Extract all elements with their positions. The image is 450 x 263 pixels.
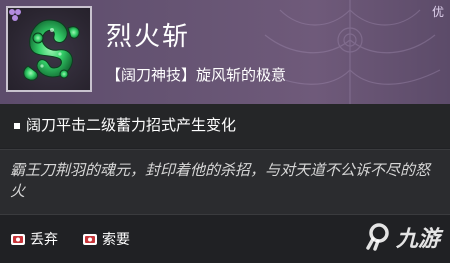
key-icon [82, 231, 98, 247]
lore-section: 霸王刀荆羽的魂元，封印着他的杀招，与对天道不公诉不尽的怒火 [0, 150, 450, 214]
action-bar: 丢弃 索要 九游 [0, 215, 450, 263]
item-header: 烈火斩 【阔刀神技】旋风斩的极意 优 [0, 0, 450, 104]
effect-row: 阔刀平击二级蓄力招式产生变化 [0, 104, 450, 148]
skill-subtitle: 【阔刀神技】旋风斩的极意 [106, 66, 287, 84]
key-icon [10, 231, 26, 247]
discard-label: 丢弃 [30, 232, 58, 248]
effect-text: 阔刀平击二级蓄力招式产生变化 [26, 116, 237, 134]
lore-text: 霸王刀荆羽的魂元，封印着他的杀招，与对天道不公诉不尽的怒火 [10, 161, 431, 200]
bullet-icon [14, 123, 20, 129]
ornament-pattern [259, 0, 441, 104]
watermark-text: 九游 [395, 227, 440, 252]
item-icon-frame[interactable] [6, 6, 92, 92]
watermark: 九游 [364, 221, 440, 253]
request-label: 索要 [102, 232, 130, 248]
discard-button[interactable]: 丢弃 [10, 229, 58, 249]
quality-trefoil-icon [9, 9, 21, 21]
request-button[interactable]: 索要 [82, 229, 130, 249]
jiuyou-logo-icon [366, 223, 389, 251]
skill-name: 烈火斩 [106, 22, 191, 52]
quality-badge: 优 [431, 5, 444, 19]
